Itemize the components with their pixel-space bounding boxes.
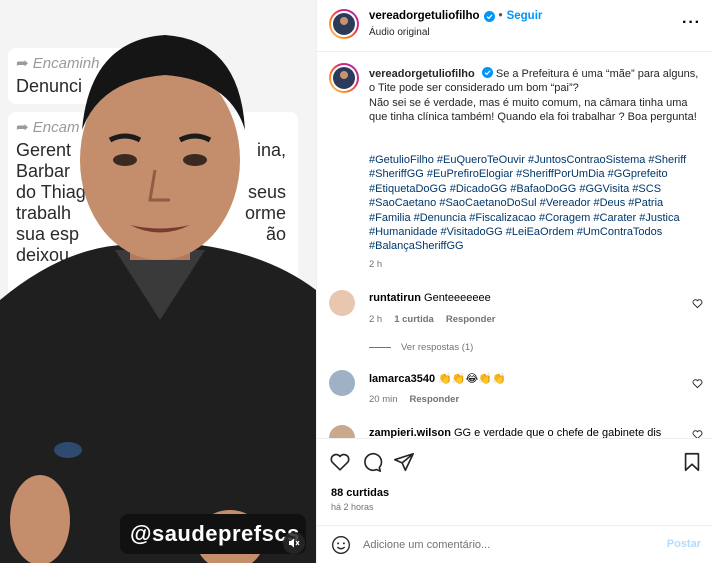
comment-likes[interactable]: 1 curtida	[394, 314, 434, 325]
instagram-post-modal: ➦ Encaminh Denunci ➦ Encam Gerent Barbar…	[0, 0, 712, 563]
post-header: vereadorgetuliofilho • Seguir Áudio orig…	[317, 0, 712, 52]
comment-like-heart-icon[interactable]	[692, 378, 703, 389]
comments-section[interactable]: vereadorgetuliofilho Se a Prefeitura é u…	[317, 53, 712, 438]
comment-body: zampieri.wilson GG e verdade que o chefe…	[369, 427, 689, 438]
comment-time: 2 h	[369, 314, 383, 325]
caption-hashtags[interactable]: #GetulioFilho #EuQueroTeOuvir #JuntosCon…	[369, 153, 699, 254]
follow-button[interactable]: Seguir	[507, 10, 543, 22]
separator-dot: •	[498, 10, 503, 22]
more-options-icon[interactable]: ···	[682, 14, 701, 32]
comment-meta: 2 h 1 curtida Responder	[369, 314, 495, 325]
audio-label[interactable]: Áudio original	[369, 27, 430, 38]
post-timestamp: há 2 horas	[331, 502, 374, 512]
comment-body: lamarca3540 👏👏😂👏👏	[369, 372, 689, 385]
comment-bubble-icon[interactable]	[361, 451, 383, 473]
video-handle-tag: @saudeprefscs	[120, 514, 306, 554]
post-video[interactable]: ➦ Encaminh Denunci ➦ Encam Gerent Barbar…	[0, 0, 316, 563]
save-bookmark-icon[interactable]	[681, 451, 703, 473]
mute-button[interactable]	[283, 532, 305, 554]
view-replies-text: Ver respostas (1)	[401, 342, 474, 353]
post-info-panel: vereadorgetuliofilho • Seguir Áudio orig…	[316, 0, 712, 563]
comment-time: 20 min	[369, 394, 398, 405]
comment-meta: 20 min Responder	[369, 394, 459, 405]
post-caption: vereadorgetuliofilho Se a Prefeitura é u…	[369, 67, 699, 124]
comment-input[interactable]	[363, 536, 653, 554]
comment-like-heart-icon[interactable]	[692, 429, 703, 438]
video-handle-text: @saudeprefscs	[130, 521, 300, 546]
comment-text: GG e verdade que o chefe de gabinete dis	[453, 427, 662, 438]
commenter-avatar[interactable]	[329, 370, 355, 396]
verified-badge-icon	[483, 10, 495, 22]
view-replies-button[interactable]: Ver respostas (1)	[369, 342, 473, 353]
comment-body: runtatirun Genteeeeeee	[369, 292, 689, 304]
commenter-username[interactable]: zampieri.wilson	[369, 427, 451, 438]
likes-count[interactable]: 88 curtidas	[331, 487, 389, 499]
author-line: vereadorgetuliofilho • Seguir	[369, 10, 542, 22]
post-comment-button[interactable]: Postar	[667, 538, 701, 550]
divider-line	[369, 347, 391, 348]
commenter-avatar[interactable]	[329, 290, 355, 316]
verified-badge-icon	[481, 67, 493, 78]
commenter-avatar[interactable]	[329, 425, 355, 438]
commenter-username[interactable]: lamarca3540	[369, 373, 435, 385]
comment-text: Genteeeeeee	[424, 292, 491, 304]
author-avatar[interactable]	[329, 9, 359, 39]
author-username[interactable]: vereadorgetuliofilho	[369, 10, 480, 22]
reply-button[interactable]: Responder	[446, 314, 496, 325]
speaker-figure	[0, 35, 316, 563]
post-actions: 88 curtidas há 2 horas Postar	[317, 438, 712, 563]
like-heart-icon[interactable]	[329, 451, 351, 473]
caption-author-avatar[interactable]	[329, 63, 359, 93]
caption-username[interactable]: vereadorgetuliofilho	[369, 68, 475, 80]
emoji-icon[interactable]	[331, 535, 351, 555]
speaker-muted-icon	[289, 538, 300, 548]
caption-time: 2 h	[369, 259, 383, 270]
comment-text: 👏👏😂👏👏	[438, 373, 506, 385]
comment-like-heart-icon[interactable]	[692, 298, 703, 309]
add-comment-bar: Postar	[317, 525, 712, 563]
commenter-username[interactable]: runtatirun	[369, 292, 421, 304]
share-send-icon[interactable]	[393, 451, 415, 473]
reply-button[interactable]: Responder	[410, 394, 460, 405]
